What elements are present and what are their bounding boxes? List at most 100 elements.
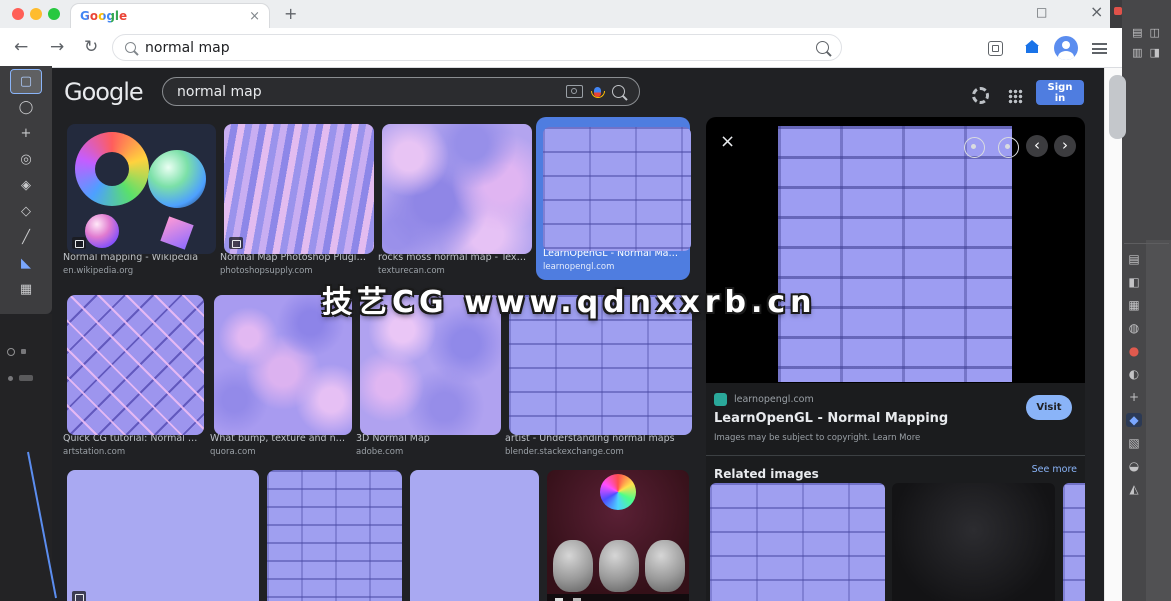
profile-avatar[interactable] <box>1054 36 1078 60</box>
forward-button[interactable]: → <box>50 37 64 57</box>
ellipse-tool[interactable]: ◯ <box>11 96 41 119</box>
related-image[interactable] <box>892 483 1055 601</box>
line-tool[interactable]: ╱ <box>11 226 41 249</box>
close-icon[interactable]: × <box>720 131 735 152</box>
mask-panel-icon[interactable]: ◒ <box>1129 459 1139 473</box>
result-domain: adobe.com <box>356 447 497 457</box>
signin-button[interactable]: Sign in <box>1036 80 1084 105</box>
related-images-header: Related images <box>714 467 819 481</box>
search-box[interactable]: normal map <box>162 77 640 106</box>
home-button[interactable] <box>1026 46 1038 53</box>
image-result[interactable]: Normal Map Photoshop Plugin Tool photosh… <box>220 117 370 276</box>
move-tool[interactable]: + <box>11 122 41 145</box>
scrollbar[interactable] <box>1104 68 1122 601</box>
shape-tool[interactable]: ◇ <box>11 200 41 223</box>
related-image[interactable] <box>710 483 885 601</box>
panel-dock <box>1146 240 1171 601</box>
cube-render <box>160 216 193 249</box>
menu-icon[interactable] <box>1092 43 1107 56</box>
result-thumbnail[interactable] <box>267 470 402 601</box>
image-result-selected[interactable]: LearnOpenGL - Normal Mapping learnopengl… <box>536 117 690 280</box>
panel-divider <box>1124 243 1169 244</box>
target-tool[interactable]: ◎ <box>11 148 41 171</box>
image-result[interactable] <box>263 463 398 601</box>
marquee-tool[interactable]: ▢ <box>11 70 41 93</box>
result-thumbnail[interactable] <box>67 124 216 254</box>
image-search-icon[interactable] <box>566 85 583 98</box>
image-result[interactable]: rocks moss normal map - Textures texture… <box>378 117 528 276</box>
search-query-text: normal map <box>177 84 555 100</box>
panel-top-icon[interactable]: ▤ <box>1132 26 1142 39</box>
settings-gear-icon[interactable] <box>972 87 989 104</box>
visit-button[interactable]: Visit <box>1026 395 1072 420</box>
address-bar[interactable]: normal map <box>112 34 842 61</box>
add-panel-icon[interactable]: + <box>1129 390 1139 404</box>
image-result[interactable]: Quick CG tutorial: Normal maps artstatio… <box>63 288 200 457</box>
image-result[interactable] <box>406 463 535 601</box>
tab-title: Google <box>80 9 127 23</box>
torus-render <box>75 132 149 206</box>
result-thumbnail[interactable] <box>543 127 691 251</box>
screen: ▤ ◫ ▥ ◨ ▤ ◧ ▦ ◍ ● ◐ + ◆ ▧ ◒ ◭ Google × + <box>0 0 1171 601</box>
preview-image[interactable] <box>778 126 1012 382</box>
browser-titlebar: Google × + □ × <box>0 0 1110 28</box>
stamp-tool[interactable]: ◈ <box>11 174 41 197</box>
result-thumbnail[interactable] <box>67 470 259 601</box>
mac-zoom-button[interactable] <box>48 8 60 20</box>
pattern-panel-icon[interactable]: ▧ <box>1128 436 1139 450</box>
adjust-panel-icon[interactable]: ◐ <box>1129 367 1139 381</box>
crop-tool[interactable]: ▦ <box>11 278 41 301</box>
collection-badge-icon <box>72 237 86 249</box>
panel-top-icon[interactable]: ◨ <box>1150 46 1160 59</box>
site-domain[interactable]: learnopengl.com <box>734 394 814 405</box>
divider <box>706 455 1085 456</box>
address-bar-text: normal map <box>145 40 807 56</box>
panel-top-icon[interactable]: ▥ <box>1132 46 1142 59</box>
image-result[interactable] <box>63 463 255 601</box>
mac-close-button[interactable] <box>12 8 24 20</box>
search-icon <box>125 42 136 53</box>
related-image[interactable] <box>1063 483 1085 601</box>
sphere-render <box>85 214 119 248</box>
search-icon[interactable] <box>816 41 829 54</box>
new-tab-button[interactable]: + <box>284 4 297 23</box>
save-icon[interactable] <box>964 137 985 158</box>
record-panel-icon[interactable]: ● <box>1129 344 1139 358</box>
result-domain: blender.stackexchange.com <box>505 447 688 457</box>
result-domain: artstation.com <box>63 447 200 457</box>
prev-image-button[interactable]: ‹ <box>1026 135 1048 157</box>
search-icon[interactable] <box>612 85 625 98</box>
scrollbar-thumb[interactable] <box>1109 75 1126 139</box>
maximize-button[interactable]: □ <box>1036 5 1047 19</box>
layers-panel-icon[interactable]: ▤ <box>1128 252 1139 266</box>
apps-grid-icon[interactable] <box>1008 89 1023 104</box>
result-thumbnail[interactable] <box>382 124 532 254</box>
panel-mini-icon <box>19 375 33 381</box>
share-icon[interactable] <box>998 137 1019 158</box>
window-close-button[interactable]: × <box>1090 2 1103 21</box>
brush-tool-icon[interactable]: ◆ <box>1126 413 1141 427</box>
level-tool[interactable]: ◣ <box>11 252 41 275</box>
result-thumbnail[interactable] <box>67 295 204 435</box>
next-image-button[interactable]: › <box>1054 135 1076 157</box>
image-result[interactable]: Normal mapping - Wikipedia en.wikipedia.… <box>63 117 212 276</box>
panel-top-icon[interactable]: ◫ <box>1150 26 1160 39</box>
extensions-icon[interactable] <box>988 41 1003 56</box>
result-thumbnail[interactable] <box>224 124 374 254</box>
mac-minimize-button[interactable] <box>30 8 42 20</box>
grid-panel-icon[interactable]: ▦ <box>1128 298 1139 312</box>
browser-tab[interactable]: Google × <box>70 3 270 28</box>
preview-title[interactable]: LearnOpenGL - Normal Mapping <box>714 411 1014 426</box>
see-more-link[interactable]: See more <box>1032 464 1077 475</box>
google-logo[interactable]: Google <box>64 78 143 106</box>
channels-panel-icon[interactable]: ◧ <box>1128 275 1139 289</box>
result-thumbnail[interactable] <box>410 470 539 601</box>
tab-close-icon[interactable]: × <box>249 10 260 23</box>
result-thumbnail[interactable] <box>547 470 689 601</box>
image-result[interactable] <box>543 463 685 601</box>
back-button[interactable]: ← <box>14 37 28 57</box>
color-panel-icon[interactable]: ◍ <box>1129 321 1139 335</box>
mic-icon[interactable] <box>594 87 601 97</box>
history-panel-icon[interactable]: ◭ <box>1129 482 1138 496</box>
reload-button[interactable]: ↻ <box>84 37 98 57</box>
